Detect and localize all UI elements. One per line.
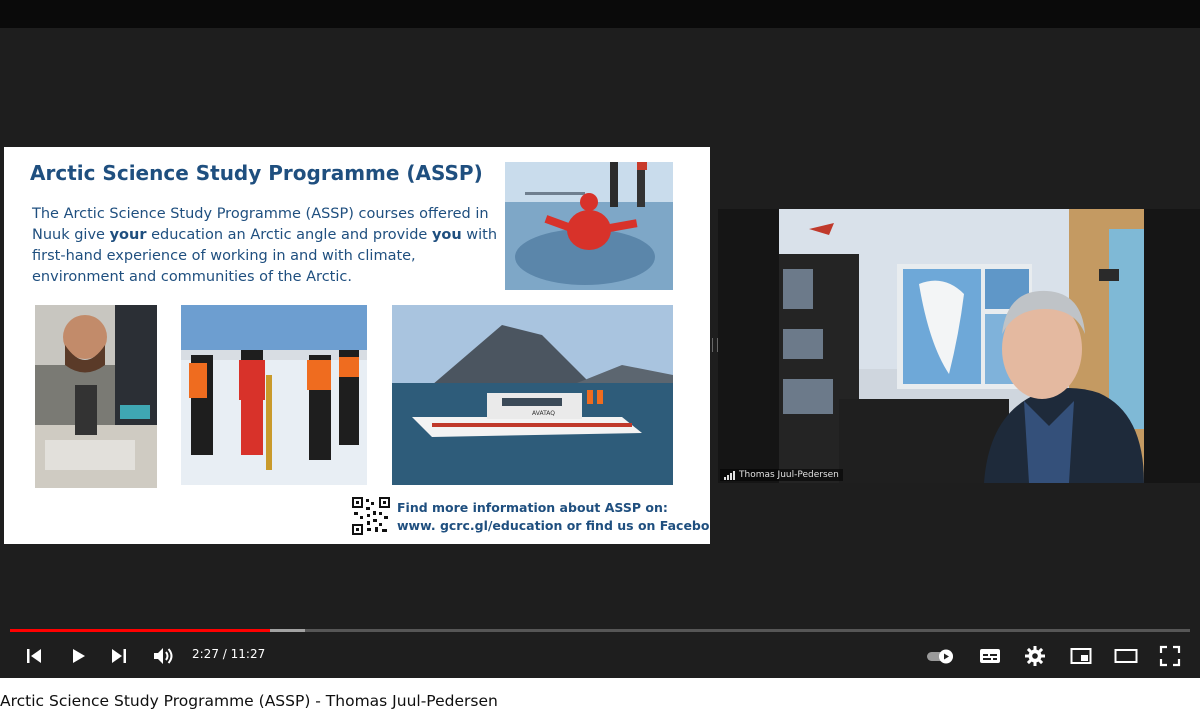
ice-diving-photo (505, 162, 673, 290)
subtitles-icon[interactable] (978, 644, 1002, 668)
settings-icon[interactable] (1023, 644, 1047, 668)
qr-code (352, 497, 390, 535)
miniplayer-icon[interactable] (1069, 644, 1093, 668)
volume-icon[interactable] (151, 644, 175, 668)
slide-body-emphasis: you (431, 227, 462, 243)
fullscreen-icon[interactable] (1158, 644, 1182, 668)
theater-mode-icon[interactable] (1114, 644, 1138, 668)
more-info-text: Find more information about ASSP on: www… (397, 499, 710, 535)
seek-bar-played (10, 629, 270, 632)
slide-body-part: education an Arctic angle and provide (146, 227, 432, 243)
autoplay-toggle-icon[interactable] (926, 644, 958, 668)
slide-title: Arctic Science Study Programme (ASSP) (30, 161, 483, 185)
boat-name-label: AVATAQ (532, 410, 555, 417)
info-line-2: www. gcrc.gl/education or find us on Fac… (397, 518, 710, 533)
participant-name-label: Thomas Juul-Pedersen (720, 469, 843, 481)
slide-body-emphasis: your (109, 227, 147, 243)
player-controls: 2:27 / 11:27 (0, 636, 1200, 676)
play-icon[interactable] (66, 644, 90, 668)
speaker-video (779, 209, 1144, 483)
participant-name: Thomas Juul-Pedersen (739, 470, 839, 480)
video-player[interactable]: Arctic Science Study Programme (ASSP) Th… (0, 0, 1200, 678)
boat-fjord-photo: AVATAQ (392, 305, 673, 485)
skip-next-icon[interactable] (107, 644, 131, 668)
webcam-feed: Thomas Juul-Pedersen (718, 209, 1200, 483)
laboratory-photo (35, 305, 157, 488)
skip-previous-icon[interactable] (22, 644, 46, 668)
presentation-slide: Arctic Science Study Programme (ASSP) Th… (4, 147, 710, 544)
ice-coring-photo (181, 305, 367, 485)
top-bar (0, 0, 1200, 28)
duration: 11:27 (230, 647, 266, 661)
slide-body-text: The Arctic Science Study Programme (ASSP… (32, 204, 502, 288)
seek-bar[interactable] (10, 629, 1190, 632)
video-title: Arctic Science Study Programme (ASSP) - … (0, 692, 498, 710)
current-time: 2:27 (192, 647, 219, 661)
time-separator: / (218, 647, 231, 661)
time-display: 2:27 / 11:27 (192, 647, 265, 661)
info-line-1: Find more information about ASSP on: (397, 500, 668, 515)
signal-strength-icon (724, 470, 736, 480)
